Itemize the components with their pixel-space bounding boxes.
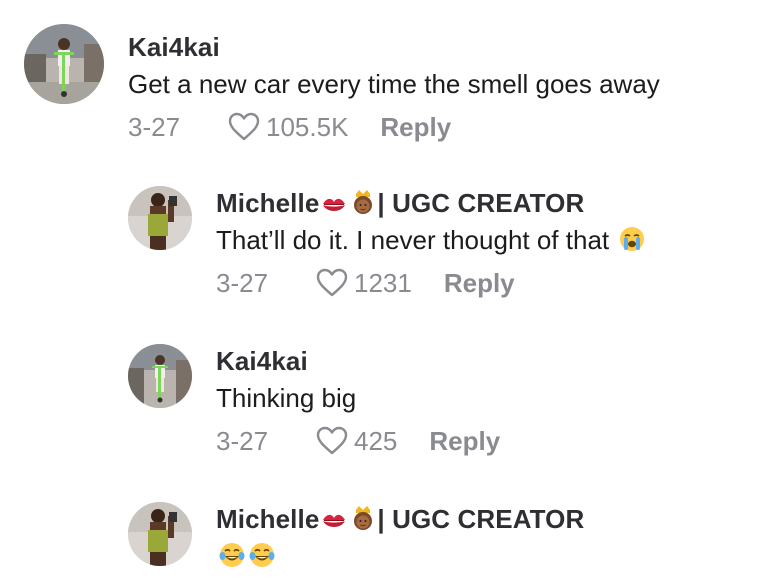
tears-of-joy-icon <box>218 541 246 569</box>
comment-meta: 3-27 105.5K Reply <box>128 110 660 144</box>
princess-icon <box>349 504 377 532</box>
comment-body: Kai4kai Thinking big 3-27 425 Reply <box>216 346 500 458</box>
avatar-person-scooter-icon <box>24 24 104 104</box>
reply-button[interactable]: Reply <box>380 112 451 143</box>
comment-date: 3-27 <box>216 425 269 456</box>
princess-icon <box>349 188 377 216</box>
like-button[interactable]: 1231 <box>316 268 444 299</box>
heart-icon <box>316 268 348 297</box>
comment-text: Get a new car every time the smell goes … <box>128 69 660 99</box>
like-count: 1231 <box>354 267 412 298</box>
avatar[interactable] <box>128 186 192 250</box>
avatar-person-scooter-icon <box>128 344 192 408</box>
kiss-mark-icon <box>321 510 347 532</box>
like-button[interactable]: 105.5K <box>228 112 380 143</box>
comment-text-content: That’ll do it. I never thought of that <box>216 225 610 255</box>
heart-icon <box>228 112 260 141</box>
heart-icon <box>316 426 348 455</box>
comment-date: 3-27 <box>216 267 269 298</box>
username[interactable]: Michelle | UGC CREATOR <box>216 504 584 534</box>
kiss-mark-icon <box>321 194 347 216</box>
username-name: Michelle <box>216 188 320 218</box>
like-count: 105.5K <box>266 111 349 142</box>
comment-text <box>216 540 584 572</box>
tears-of-joy-icon <box>248 541 276 569</box>
username-name: Michelle <box>216 504 320 534</box>
loudly-crying-face-icon <box>618 225 646 253</box>
comment-date: 3-27 <box>128 111 181 142</box>
comment-text: That’ll do it. I never thought of that <box>216 224 646 256</box>
comment-meta: 3-27 1231 Reply <box>216 266 646 300</box>
avatar[interactable] <box>128 502 192 566</box>
comment-meta: 3-27 425 Reply <box>216 424 500 458</box>
username[interactable]: Michelle | UGC CREATOR <box>216 188 646 218</box>
avatar-person-green-top-icon <box>128 186 192 250</box>
like-button[interactable]: 425 <box>316 426 429 457</box>
username[interactable]: Kai4kai <box>216 346 500 376</box>
avatar[interactable] <box>24 24 104 104</box>
username-suffix: | UGC CREATOR <box>377 188 585 218</box>
comment-body: Michelle | UGC CREATOR That’ll do it. I n… <box>216 188 646 300</box>
avatar[interactable] <box>128 344 192 408</box>
reply-button[interactable]: Reply <box>444 268 515 299</box>
reply-button[interactable]: Reply <box>429 426 500 457</box>
comment-body: Michelle | UGC CREATOR <box>216 504 584 572</box>
comment-text: Thinking big <box>216 383 357 413</box>
username[interactable]: Kai4kai <box>128 32 660 62</box>
comment-body: Kai4kai Get a new car every time the sme… <box>128 32 660 144</box>
like-count: 425 <box>354 425 398 456</box>
avatar-person-green-top-icon <box>128 502 192 566</box>
username-suffix: | UGC CREATOR <box>377 504 585 534</box>
